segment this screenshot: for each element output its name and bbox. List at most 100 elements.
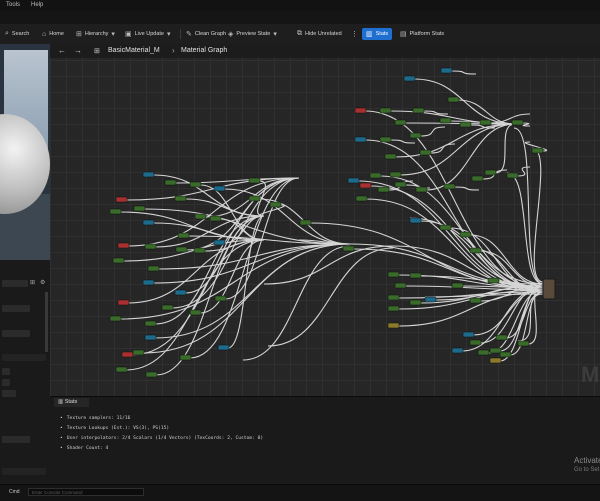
graph-node[interactable] bbox=[144, 320, 157, 327]
graph-node[interactable] bbox=[117, 299, 130, 306]
graph-node[interactable] bbox=[387, 322, 400, 329]
graph-node[interactable] bbox=[506, 172, 519, 179]
graph-node[interactable] bbox=[194, 213, 207, 220]
graph-node[interactable] bbox=[384, 153, 397, 160]
menu-tools[interactable]: Tools bbox=[6, 2, 20, 8]
graph-node[interactable] bbox=[189, 309, 202, 316]
graph-node[interactable] bbox=[355, 195, 368, 202]
clean-graph-button[interactable]: ✎ Clean Graph bbox=[186, 28, 226, 40]
graph-node[interactable] bbox=[477, 349, 490, 356]
graph-node[interactable] bbox=[443, 183, 456, 190]
graph-node[interactable] bbox=[142, 279, 155, 286]
graph-node[interactable] bbox=[439, 224, 452, 231]
graph-node[interactable] bbox=[424, 296, 437, 303]
graph-node[interactable] bbox=[387, 305, 400, 312]
graph-node[interactable] bbox=[439, 117, 452, 124]
graph-node[interactable] bbox=[479, 119, 492, 126]
graph-node[interactable] bbox=[354, 136, 367, 143]
graph-node[interactable] bbox=[389, 171, 402, 178]
graph-node[interactable] bbox=[217, 344, 230, 351]
graph-node[interactable] bbox=[415, 186, 428, 193]
graph-node[interactable] bbox=[499, 351, 512, 358]
stats-button[interactable]: ▥ Stats bbox=[362, 28, 393, 40]
graph-node[interactable] bbox=[179, 354, 192, 361]
graph-node[interactable] bbox=[469, 297, 482, 304]
graph-node[interactable] bbox=[447, 96, 460, 103]
hierarchy-button[interactable]: ⊞ Hierarchy ▾ bbox=[76, 28, 115, 40]
graph-node[interactable] bbox=[459, 121, 472, 128]
graph-node[interactable] bbox=[489, 347, 502, 354]
graph-node[interactable] bbox=[174, 289, 187, 296]
graph-node[interactable] bbox=[115, 366, 128, 373]
graph-node[interactable] bbox=[121, 351, 134, 358]
stats-tab[interactable]: ▥ Stats bbox=[54, 398, 90, 407]
graph-node[interactable] bbox=[419, 149, 432, 156]
graph-node[interactable] bbox=[117, 242, 130, 249]
graph-node[interactable] bbox=[177, 232, 190, 239]
graph-node[interactable] bbox=[147, 265, 160, 272]
graph-node[interactable] bbox=[369, 172, 382, 179]
graph-node[interactable] bbox=[142, 219, 155, 226]
details-field[interactable] bbox=[2, 330, 30, 337]
graph-node[interactable] bbox=[517, 340, 530, 347]
graph-node[interactable] bbox=[487, 277, 500, 284]
material-graph-canvas[interactable]: M bbox=[50, 44, 600, 396]
graph-node[interactable] bbox=[359, 182, 372, 189]
graph-node[interactable] bbox=[394, 119, 407, 126]
material-output-node[interactable] bbox=[542, 278, 556, 300]
graph-node[interactable] bbox=[409, 217, 422, 224]
graph-node[interactable] bbox=[387, 271, 400, 278]
preview-state-button[interactable]: ◈ Preview State ▾ bbox=[228, 28, 277, 40]
graph-node[interactable] bbox=[144, 334, 157, 341]
details-section-header[interactable] bbox=[2, 468, 46, 475]
graph-node[interactable] bbox=[531, 147, 544, 154]
graph-node[interactable] bbox=[440, 67, 453, 74]
hide-unrelated-button[interactable]: ⧉ Hide Unrelated bbox=[297, 28, 342, 40]
graph-node[interactable] bbox=[161, 304, 174, 311]
graph-node[interactable] bbox=[342, 245, 355, 252]
graph-node[interactable] bbox=[213, 185, 226, 192]
graph-node[interactable] bbox=[144, 243, 157, 250]
graph-node[interactable] bbox=[459, 231, 472, 238]
breadcrumb-graph[interactable]: Material Graph bbox=[181, 47, 227, 54]
grid-view-icon[interactable]: ⊞ bbox=[30, 279, 35, 286]
details-field[interactable] bbox=[2, 390, 16, 397]
graph-node[interactable] bbox=[248, 177, 261, 184]
details-field[interactable] bbox=[2, 436, 30, 443]
graph-node[interactable] bbox=[145, 371, 158, 378]
graph-node[interactable] bbox=[379, 136, 392, 143]
graph-node[interactable] bbox=[409, 132, 422, 139]
graph-node[interactable] bbox=[394, 282, 407, 289]
graph-node[interactable] bbox=[451, 282, 464, 289]
details-section-header[interactable] bbox=[2, 354, 46, 361]
graph-node[interactable] bbox=[484, 169, 497, 176]
details-search-input[interactable] bbox=[2, 280, 28, 287]
graph-node[interactable] bbox=[495, 334, 508, 341]
live-update-button[interactable]: ▣ Live Update ▾ bbox=[125, 28, 171, 40]
graph-node[interactable] bbox=[174, 195, 187, 202]
graph-node[interactable] bbox=[109, 315, 122, 322]
home-button[interactable]: ⌂ Home bbox=[42, 28, 64, 40]
graph-node[interactable] bbox=[354, 107, 367, 114]
details-field[interactable] bbox=[2, 305, 30, 312]
graph-node[interactable] bbox=[511, 119, 524, 126]
cmd-dropdown[interactable]: Cmd bbox=[9, 489, 20, 495]
graph-node[interactable] bbox=[377, 186, 390, 193]
preview-viewport[interactable] bbox=[0, 44, 50, 260]
graph-node[interactable] bbox=[409, 272, 422, 279]
search-button[interactable]: ⌕ Search bbox=[5, 28, 29, 40]
graph-node[interactable] bbox=[469, 339, 482, 346]
graph-node[interactable] bbox=[193, 247, 206, 254]
graph-node[interactable] bbox=[469, 247, 482, 254]
graph-node[interactable] bbox=[214, 295, 227, 302]
graph-node[interactable] bbox=[409, 299, 422, 306]
breadcrumb-asset[interactable]: BasicMaterial_M bbox=[108, 47, 160, 54]
graph-node[interactable] bbox=[269, 201, 282, 208]
menu-help[interactable]: Help bbox=[31, 2, 43, 8]
graph-node[interactable] bbox=[471, 175, 484, 182]
graph-node[interactable] bbox=[213, 239, 226, 246]
back-arrow-icon[interactable]: ← bbox=[58, 46, 66, 55]
graph-node[interactable] bbox=[451, 347, 464, 354]
graph-node[interactable] bbox=[142, 171, 155, 178]
graph-node[interactable] bbox=[112, 257, 125, 264]
